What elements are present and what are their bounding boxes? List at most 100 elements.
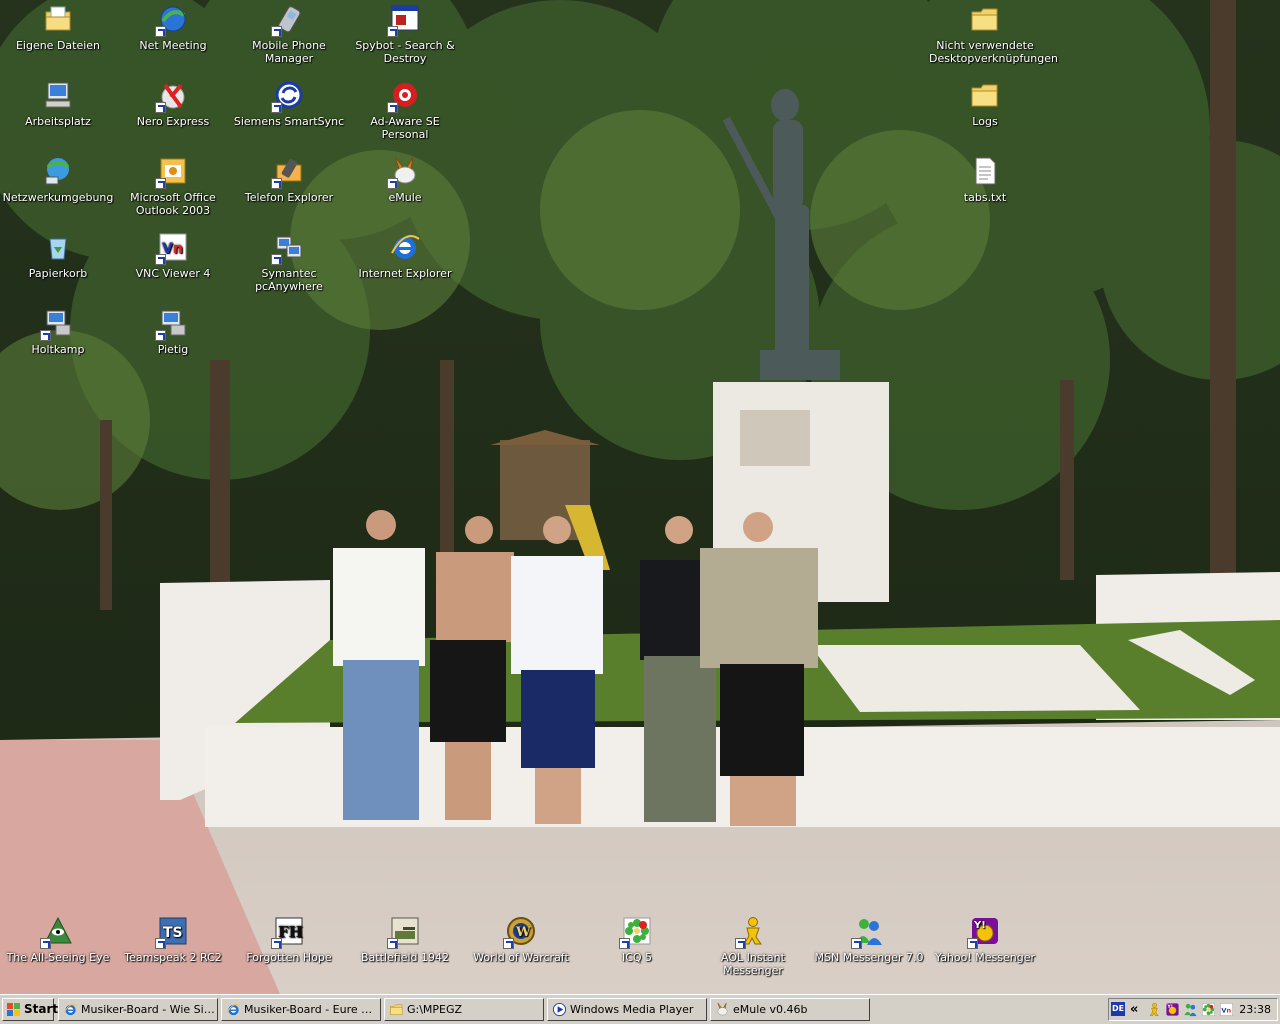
netmeeting-icon (155, 3, 189, 37)
desktop-icon-label: Yahoo! Messenger (934, 951, 1035, 964)
task-label: eMule v0.46b (733, 1003, 808, 1016)
desktop-icon-aol-instant-messenger[interactable]: AOL Instant Messenger (695, 915, 811, 977)
desktop-icon-symantec-pcanywhere[interactable]: Symantec pcAnywhere (231, 231, 347, 293)
all-seeing-eye-icon (40, 915, 74, 949)
desktop-icon-internet-explorer[interactable]: Internet Explorer (347, 231, 463, 280)
wallpaper-photo (0, 0, 1280, 994)
desktop-icon-label: Pietig (157, 343, 189, 356)
msn-icon[interactable] (1183, 1002, 1198, 1017)
show-hidden-icons-button[interactable]: « (1130, 999, 1138, 1020)
recycle-bin-icon (42, 231, 74, 263)
desktop-icon-label: Papierkorb (28, 267, 88, 280)
network-icon (42, 155, 74, 187)
task-button-musiker-board-2[interactable]: Musiker-Board - Eure De... (221, 998, 381, 1021)
internet-explorer-icon (63, 1002, 78, 1017)
desktop-icon-nicht-verwendete-desktopverkn-pfungen[interactable]: Nicht verwendete Desktopverknüpfungen (927, 3, 1058, 65)
desktop-icon-label: Telefon Explorer (244, 191, 334, 204)
desktop-icon-vnc-viewer-4[interactable]: Vn VNC Viewer 4 (115, 231, 231, 280)
desktop-icon-label: Net Meeting (139, 39, 207, 52)
desktop-icon-the-all-seeing-eye[interactable]: The All-Seeing Eye (0, 915, 116, 964)
adaware-icon (387, 79, 421, 113)
shortcut-arrow-icon (271, 254, 282, 265)
desktop-icon-teamspeak-2-rc2[interactable]: TS Teamspeak 2 RC2 (115, 915, 231, 964)
system-tray: DE « Y! Vn 23:38 (1108, 998, 1278, 1021)
desktop-icon-microsoft-office-outlook-2003[interactable]: Microsoft Office Outlook 2003 (115, 155, 231, 217)
yahoo-icon[interactable]: Y! (1165, 1002, 1180, 1017)
taskbar: Start Musiker-Board - Wie Sieh... Musike… (0, 994, 1280, 1024)
wow-icon: W (503, 915, 537, 949)
shortcut-arrow-icon (40, 938, 51, 949)
desktop-icon-label: Holtkamp (31, 343, 85, 356)
vnc-icon: Vn (155, 231, 189, 265)
task-button-windows-media-player[interactable]: Windows Media Player (547, 998, 707, 1021)
desktop-icon-label: Spybot - Search & Destroy (355, 39, 455, 65)
desktop-icon-yahoo-messenger[interactable]: Y! Yahoo! Messenger (927, 915, 1043, 964)
desktop-icon-tabs-txt[interactable]: tabs.txt (927, 155, 1043, 204)
language-indicator[interactable]: DE (1111, 1002, 1125, 1016)
desktop-icon-net-meeting[interactable]: Net Meeting (115, 3, 231, 52)
internet-explorer-icon (226, 1002, 241, 1017)
remote-computer-icon (40, 307, 74, 341)
desktop-icon-eigene-dateien[interactable]: Eigene Dateien (0, 3, 116, 52)
desktop-icon-emule[interactable]: eMule (347, 155, 463, 204)
desktop-icon-telefon-explorer[interactable]: Telefon Explorer (231, 155, 347, 204)
desktop-icon-papierkorb[interactable]: Papierkorb (0, 231, 116, 280)
desktop-icon-siemens-smartsync[interactable]: Siemens SmartSync (231, 79, 347, 128)
vnc-icon[interactable]: Vn (1219, 1002, 1234, 1017)
desktop-icon-arbeitsplatz[interactable]: Arbeitsplatz (0, 79, 116, 128)
shortcut-arrow-icon (271, 102, 282, 113)
shortcut-arrow-icon (155, 938, 166, 949)
start-button[interactable]: Start (2, 998, 58, 1021)
desktop-icon-mobile-phone-manager[interactable]: Mobile Phone Manager (231, 3, 347, 65)
task-button-mpegz-folder[interactable]: G:\MPEGZ (384, 998, 544, 1021)
desktop-icon-forgotten-hope[interactable]: FH Forgotten Hope (231, 915, 347, 964)
desktop-wallpaper (0, 0, 1280, 994)
desktop-icon-spybot-search-destroy[interactable]: Spybot - Search & Destroy (347, 3, 463, 65)
task-button-emule[interactable]: eMule v0.46b (710, 998, 870, 1021)
emule-icon (715, 1002, 730, 1017)
desktop-icon-pietig[interactable]: Pietig (115, 307, 231, 356)
desktop-icon-label: Netzwerkumgebung (2, 191, 114, 204)
desktop-icon-ad-aware-se-personal[interactable]: Ad-Aware SE Personal (347, 79, 463, 141)
desktop-icon-label: Teamspeak 2 RC2 (124, 951, 222, 964)
desktop-icon-battlefield-1942[interactable]: Battlefield 1942 (347, 915, 463, 964)
desktop-icon-msn-messenger-7-0[interactable]: MSN Messenger 7.0 (811, 915, 927, 964)
task-label: Musiker-Board - Eure De... (244, 1003, 381, 1016)
task-button-musiker-board-1[interactable]: Musiker-Board - Wie Sieh... (58, 998, 218, 1021)
desktop-icon-logs[interactable]: Logs (927, 79, 1043, 128)
my-documents-icon (42, 3, 74, 35)
text-file-icon (969, 155, 1001, 187)
shortcut-arrow-icon (155, 26, 166, 37)
desktop-icon-nero-express[interactable]: Nero Express (115, 79, 231, 128)
shortcut-arrow-icon (271, 938, 282, 949)
desktop-icon-label: Ad-Aware SE Personal (370, 115, 440, 141)
desktop-icon-label: The All-Seeing Eye (6, 951, 110, 964)
shortcut-arrow-icon (967, 938, 978, 949)
desktop-icon-label: Microsoft Office Outlook 2003 (130, 191, 216, 217)
shortcut-arrow-icon (40, 330, 51, 341)
desktop-icon-netzwerkumgebung[interactable]: Netzwerkumgebung (0, 155, 116, 204)
icq-icon[interactable] (1201, 1002, 1216, 1017)
clock[interactable]: 23:38 (1239, 999, 1271, 1020)
desktop-icon-icq-5[interactable]: ICQ 5 (579, 915, 695, 964)
teamspeak-icon: TS (155, 915, 189, 949)
aim-icon (735, 915, 769, 949)
battlefield-icon (387, 915, 421, 949)
phone-folder-icon (271, 155, 305, 189)
desktop-icon-holtkamp[interactable]: Holtkamp (0, 307, 116, 356)
desktop-icon-label: Siemens SmartSync (233, 115, 345, 128)
shortcut-arrow-icon (155, 102, 166, 113)
yahoo-icon: Y! (967, 915, 1001, 949)
desktop-icon-label: AOL Instant Messenger (721, 951, 785, 977)
remote-computer-icon (155, 307, 189, 341)
aim-icon[interactable] (1147, 1002, 1162, 1017)
shortcut-arrow-icon (387, 178, 398, 189)
desktop-icon-world-of-warcraft[interactable]: W World of Warcraft (463, 915, 579, 964)
desktop-icon-label: Forgotten Hope (246, 951, 332, 964)
shortcut-arrow-icon (155, 254, 166, 265)
group-of-people (333, 510, 818, 826)
start-label: Start (24, 1002, 59, 1016)
shortcut-arrow-icon (387, 102, 398, 113)
desktop-icon-label: Battlefield 1942 (361, 951, 449, 964)
nero-icon (155, 79, 189, 113)
